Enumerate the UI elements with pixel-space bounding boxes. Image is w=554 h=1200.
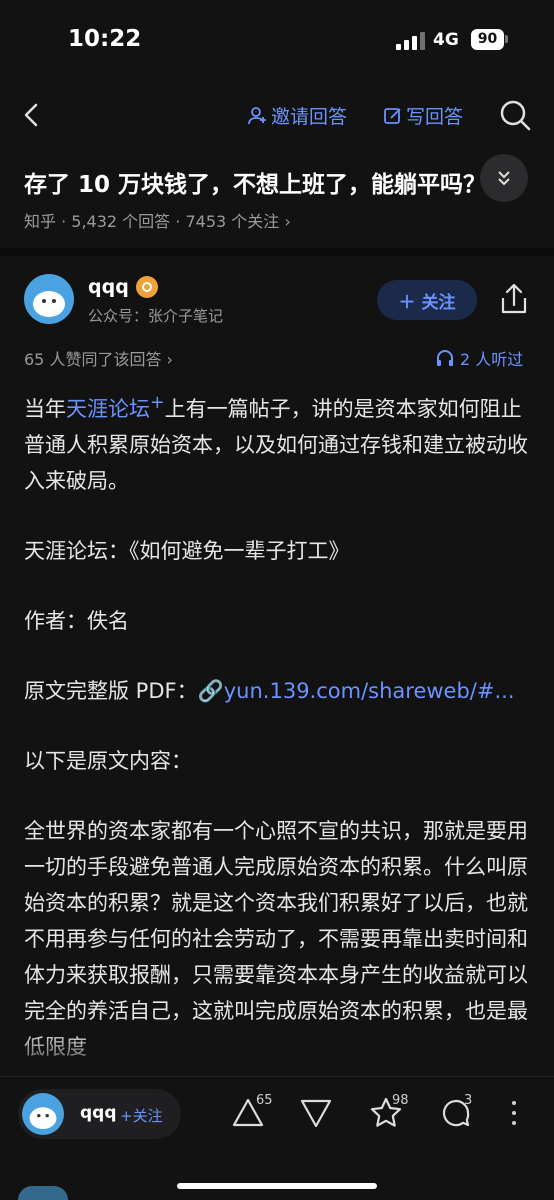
pill-avatar — [22, 1093, 64, 1135]
link-mark-icon: + — [150, 393, 165, 413]
section-divider — [0, 248, 554, 256]
status-bar: 10:22 4G 90 — [0, 0, 554, 80]
write-label: 写回答 — [406, 106, 464, 128]
battery-level: 90 — [471, 29, 504, 50]
verified-badge-icon — [136, 276, 158, 298]
chevron-right-icon: › — [166, 350, 173, 369]
text: 原文完整版 PDF： — [24, 679, 198, 703]
pill-follow-button[interactable]: +关注 — [120, 1105, 163, 1126]
chevron-right-icon: › — [284, 212, 291, 231]
home-indicator[interactable] — [177, 1183, 377, 1189]
write-answer-button[interactable]: 写回答 — [383, 102, 463, 129]
follower-count: 7453 个关注 — [185, 212, 280, 231]
paragraph: 作者：佚名 — [24, 609, 129, 633]
question-meta[interactable]: 知乎 · 5,432 个回答 · 7453 个关注 › — [24, 208, 291, 232]
status-time: 10:22 — [68, 26, 142, 52]
invite-answer-button[interactable]: 邀请回答 — [248, 102, 347, 129]
answer-content: 当年天涯论坛+上有一篇帖子，讲的是资本家如何阻止普通人积累原始资本，以及如何通过… — [24, 385, 534, 1099]
top-nav: 邀请回答 写回答 — [0, 92, 554, 138]
write-icon — [384, 107, 401, 124]
author-avatar[interactable] — [24, 274, 74, 324]
next-answer-peek — [18, 1186, 68, 1200]
question-title[interactable]: 存了 10 万块钱了，不想上班了，能躺平吗？ — [24, 165, 534, 199]
upvote-count: 65 — [256, 1093, 273, 1108]
network-type: 4G — [433, 30, 459, 50]
content-fade — [0, 1030, 554, 1080]
chevron-down-icon — [498, 171, 510, 186]
author-subtitle: 公众号：张介子笔记 — [88, 307, 224, 325]
answer-count: 5,432 个回答 — [71, 212, 171, 231]
headphones-icon — [437, 350, 453, 366]
author-name[interactable]: qqq — [88, 276, 129, 298]
author-pill[interactable]: qqq +关注 — [18, 1089, 181, 1139]
invite-label: 邀请回答 — [271, 106, 348, 128]
signal-icon — [396, 32, 426, 50]
pill-author-name: qqq — [80, 1103, 117, 1123]
question-source: 知乎 — [24, 212, 57, 231]
listen-button[interactable]: 2 人听过 — [436, 346, 523, 370]
tianya-link[interactable]: 天涯论坛 — [66, 397, 150, 421]
follow-label: 关注 — [421, 292, 456, 313]
comment-count: 3 — [464, 1093, 473, 1108]
collapse-button[interactable] — [480, 154, 528, 202]
invite-icon — [248, 106, 266, 124]
listen-text: 2 人听过 — [460, 350, 524, 369]
paragraph: 以下是原文内容： — [24, 749, 192, 773]
paragraph: 天涯论坛：《如何避免一辈子打工》 — [24, 539, 350, 563]
battery-icon — [505, 35, 508, 43]
more-icon[interactable] — [510, 1101, 518, 1129]
back-icon[interactable] — [18, 100, 48, 130]
text: 当年 — [24, 397, 66, 421]
downvote-icon[interactable] — [298, 1095, 334, 1131]
plus-icon: ＋ — [398, 292, 416, 313]
share-icon[interactable] — [498, 282, 530, 316]
votes-text: 65 人赞同了该回答 — [24, 350, 162, 369]
star-count: 98 — [392, 1093, 409, 1108]
paragraph: 原文完整版 PDF：🔗yun.139.com/shareweb/#... — [24, 673, 534, 709]
pdf-link[interactable]: yun.139.com/shareweb/#... — [224, 679, 515, 703]
paragraph: 当年天涯论坛+上有一篇帖子，讲的是资本家如何阻止普通人积累原始资本，以及如何通过… — [24, 385, 534, 499]
bottom-action-bar: qqq +关注 65 98 3 — [0, 1076, 554, 1200]
link-icon: 🔗 — [197, 679, 224, 703]
paragraph: 全世界的资本家都有一个心照不宣的共识，那就是要用一切的手段避免普通人完成原始资本… — [24, 819, 528, 1059]
search-icon[interactable] — [498, 98, 532, 132]
votes-summary[interactable]: 65 人赞同了该回答 › — [24, 346, 173, 370]
follow-button[interactable]: ＋ 关注 — [377, 280, 477, 320]
